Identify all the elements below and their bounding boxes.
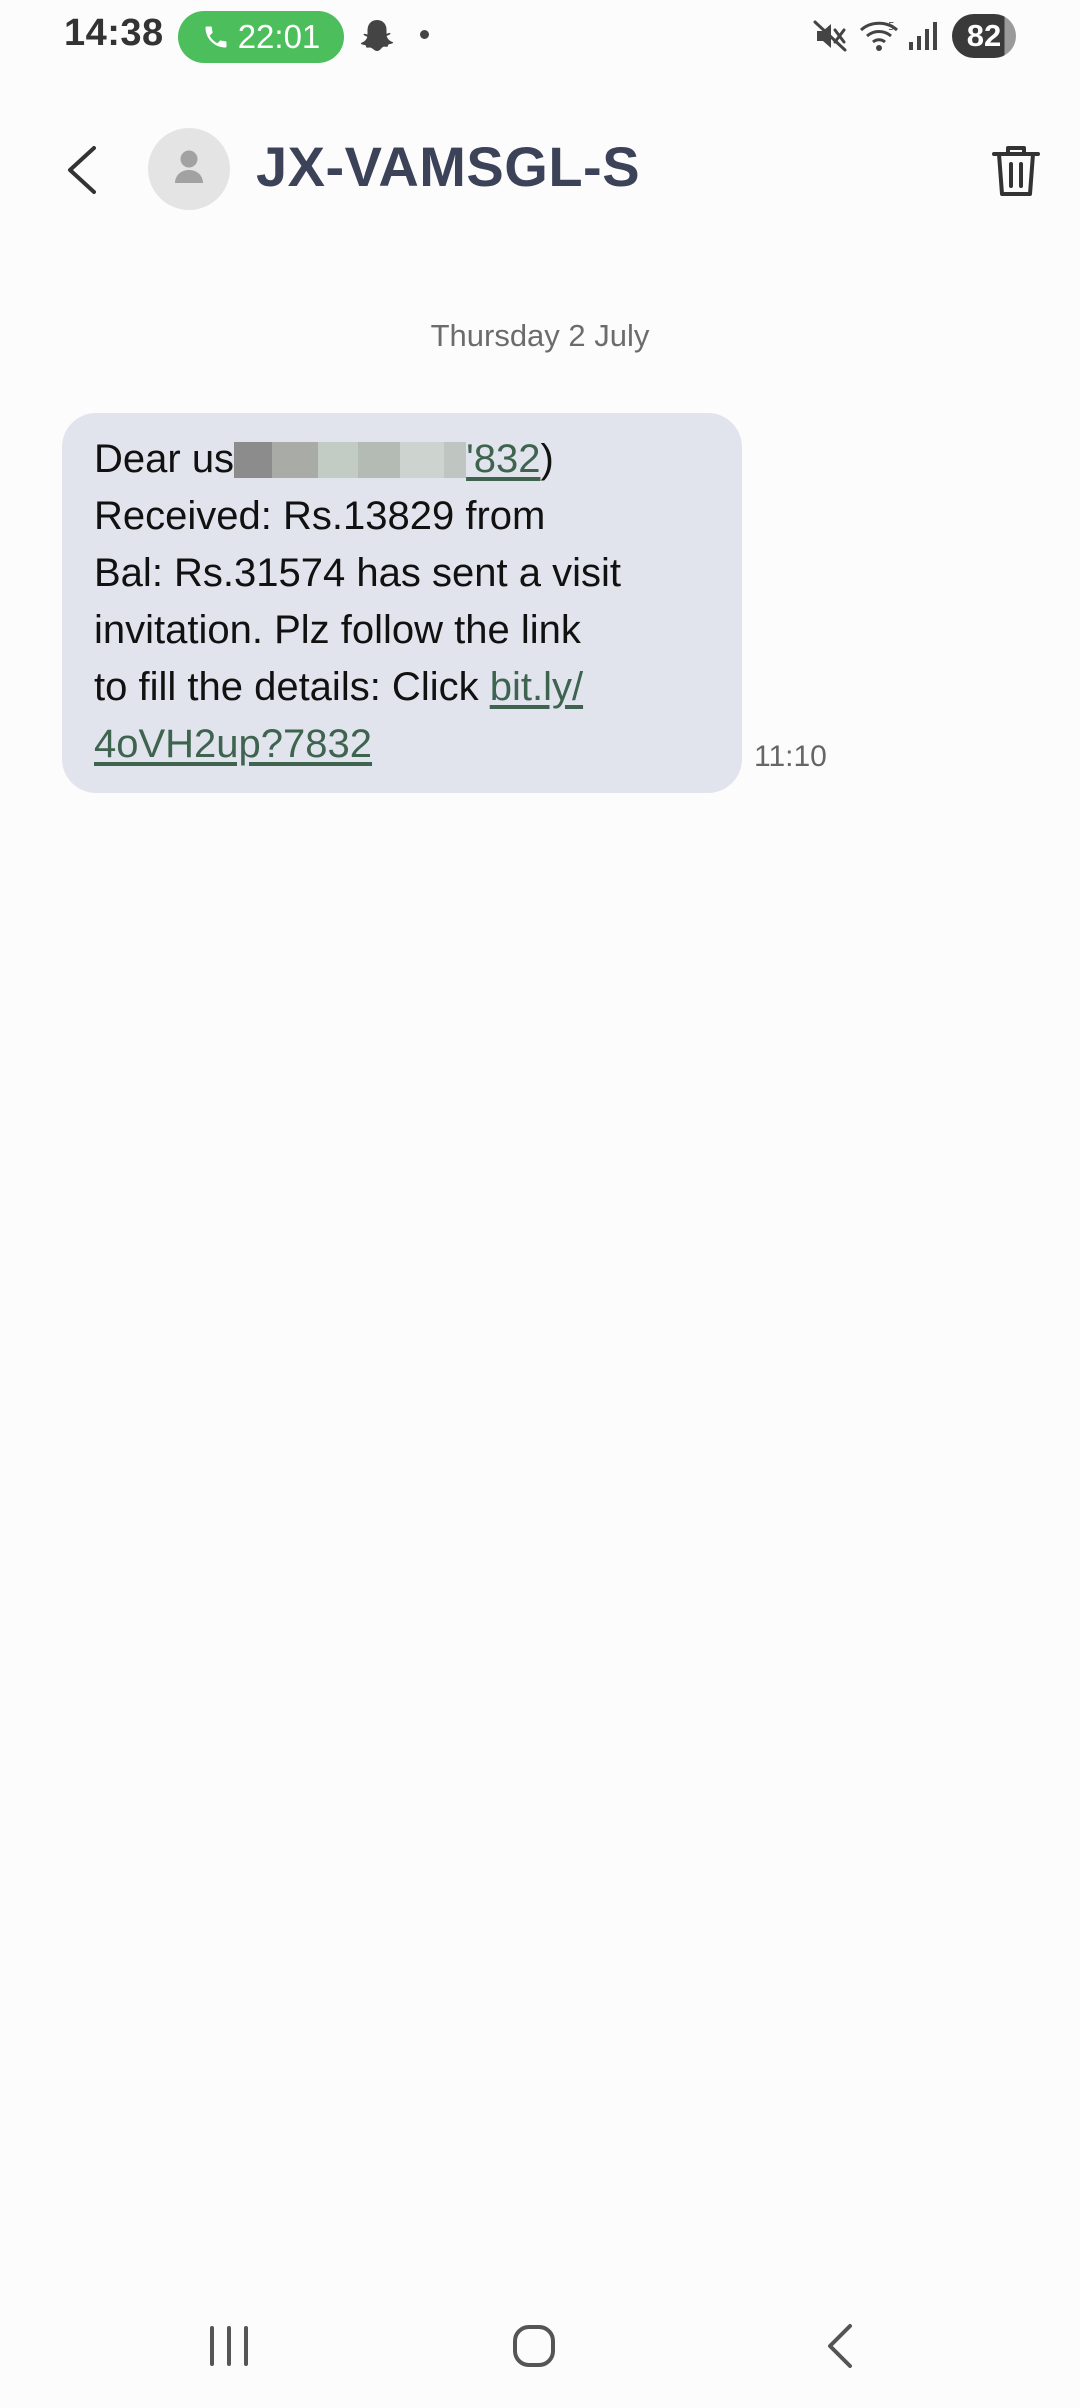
ongoing-call-pill[interactable]: 22:01: [178, 11, 344, 63]
message-line: Dear us '832): [94, 431, 710, 488]
home-icon[interactable]: [510, 2322, 558, 2370]
message-text: Dear us: [94, 437, 235, 481]
battery-indicator: 82: [952, 14, 1016, 58]
message-text: ): [540, 437, 554, 481]
message-line: to fill the details: Click bit.ly/: [94, 659, 710, 716]
conversation-header: JX-VAMSGL-S: [0, 112, 1080, 228]
person-icon: [175, 150, 203, 183]
nav-back-icon[interactable]: [820, 2320, 860, 2372]
contact-name[interactable]: JX-VAMSGL-S: [256, 134, 640, 199]
message-line: 4oVH2up?7832: [94, 716, 710, 773]
recent-apps-icon[interactable]: [206, 2322, 252, 2370]
trash-icon: [992, 146, 1040, 196]
system-nav-bar: [0, 2300, 1080, 2390]
message-link[interactable]: 4oVH2up?7832: [94, 722, 372, 766]
wifi-icon: 5: [859, 20, 899, 51]
redacted-link[interactable]: '832: [466, 437, 540, 481]
delete-button[interactable]: [986, 140, 1046, 202]
message-line: invitation. Plz follow the link: [94, 608, 581, 652]
back-button[interactable]: [56, 140, 112, 200]
redacted-area: [234, 442, 467, 478]
phone-icon: [205, 26, 227, 48]
status-time: 14:38: [64, 12, 164, 54]
date-separator: Thursday 2 July: [430, 318, 650, 353]
call-duration: 22:01: [237, 18, 321, 55]
snapchat-ghost-icon: [360, 20, 394, 51]
message-link[interactable]: bit.ly/: [490, 665, 583, 709]
message-text: to fill the details: Click: [94, 665, 490, 709]
message-bubble[interactable]: Dear us '832) Received: Rs.13829 from Bal…: [62, 413, 742, 793]
message-line: Received: Rs.13829 from: [94, 494, 546, 538]
contact-avatar[interactable]: [148, 128, 230, 210]
message-line: Bal: Rs.31574 has sent a visit: [94, 551, 621, 595]
message-timestamp: 11:10: [754, 740, 827, 773]
more-notifications-dot-icon: [420, 30, 429, 39]
chevron-left-icon: [68, 146, 96, 194]
mute-icon: [813, 20, 847, 52]
signal-icon: [909, 22, 937, 50]
svg-text:5: 5: [888, 20, 895, 33]
status-bar: 14:38 22:01 5 82: [0, 0, 1080, 72]
